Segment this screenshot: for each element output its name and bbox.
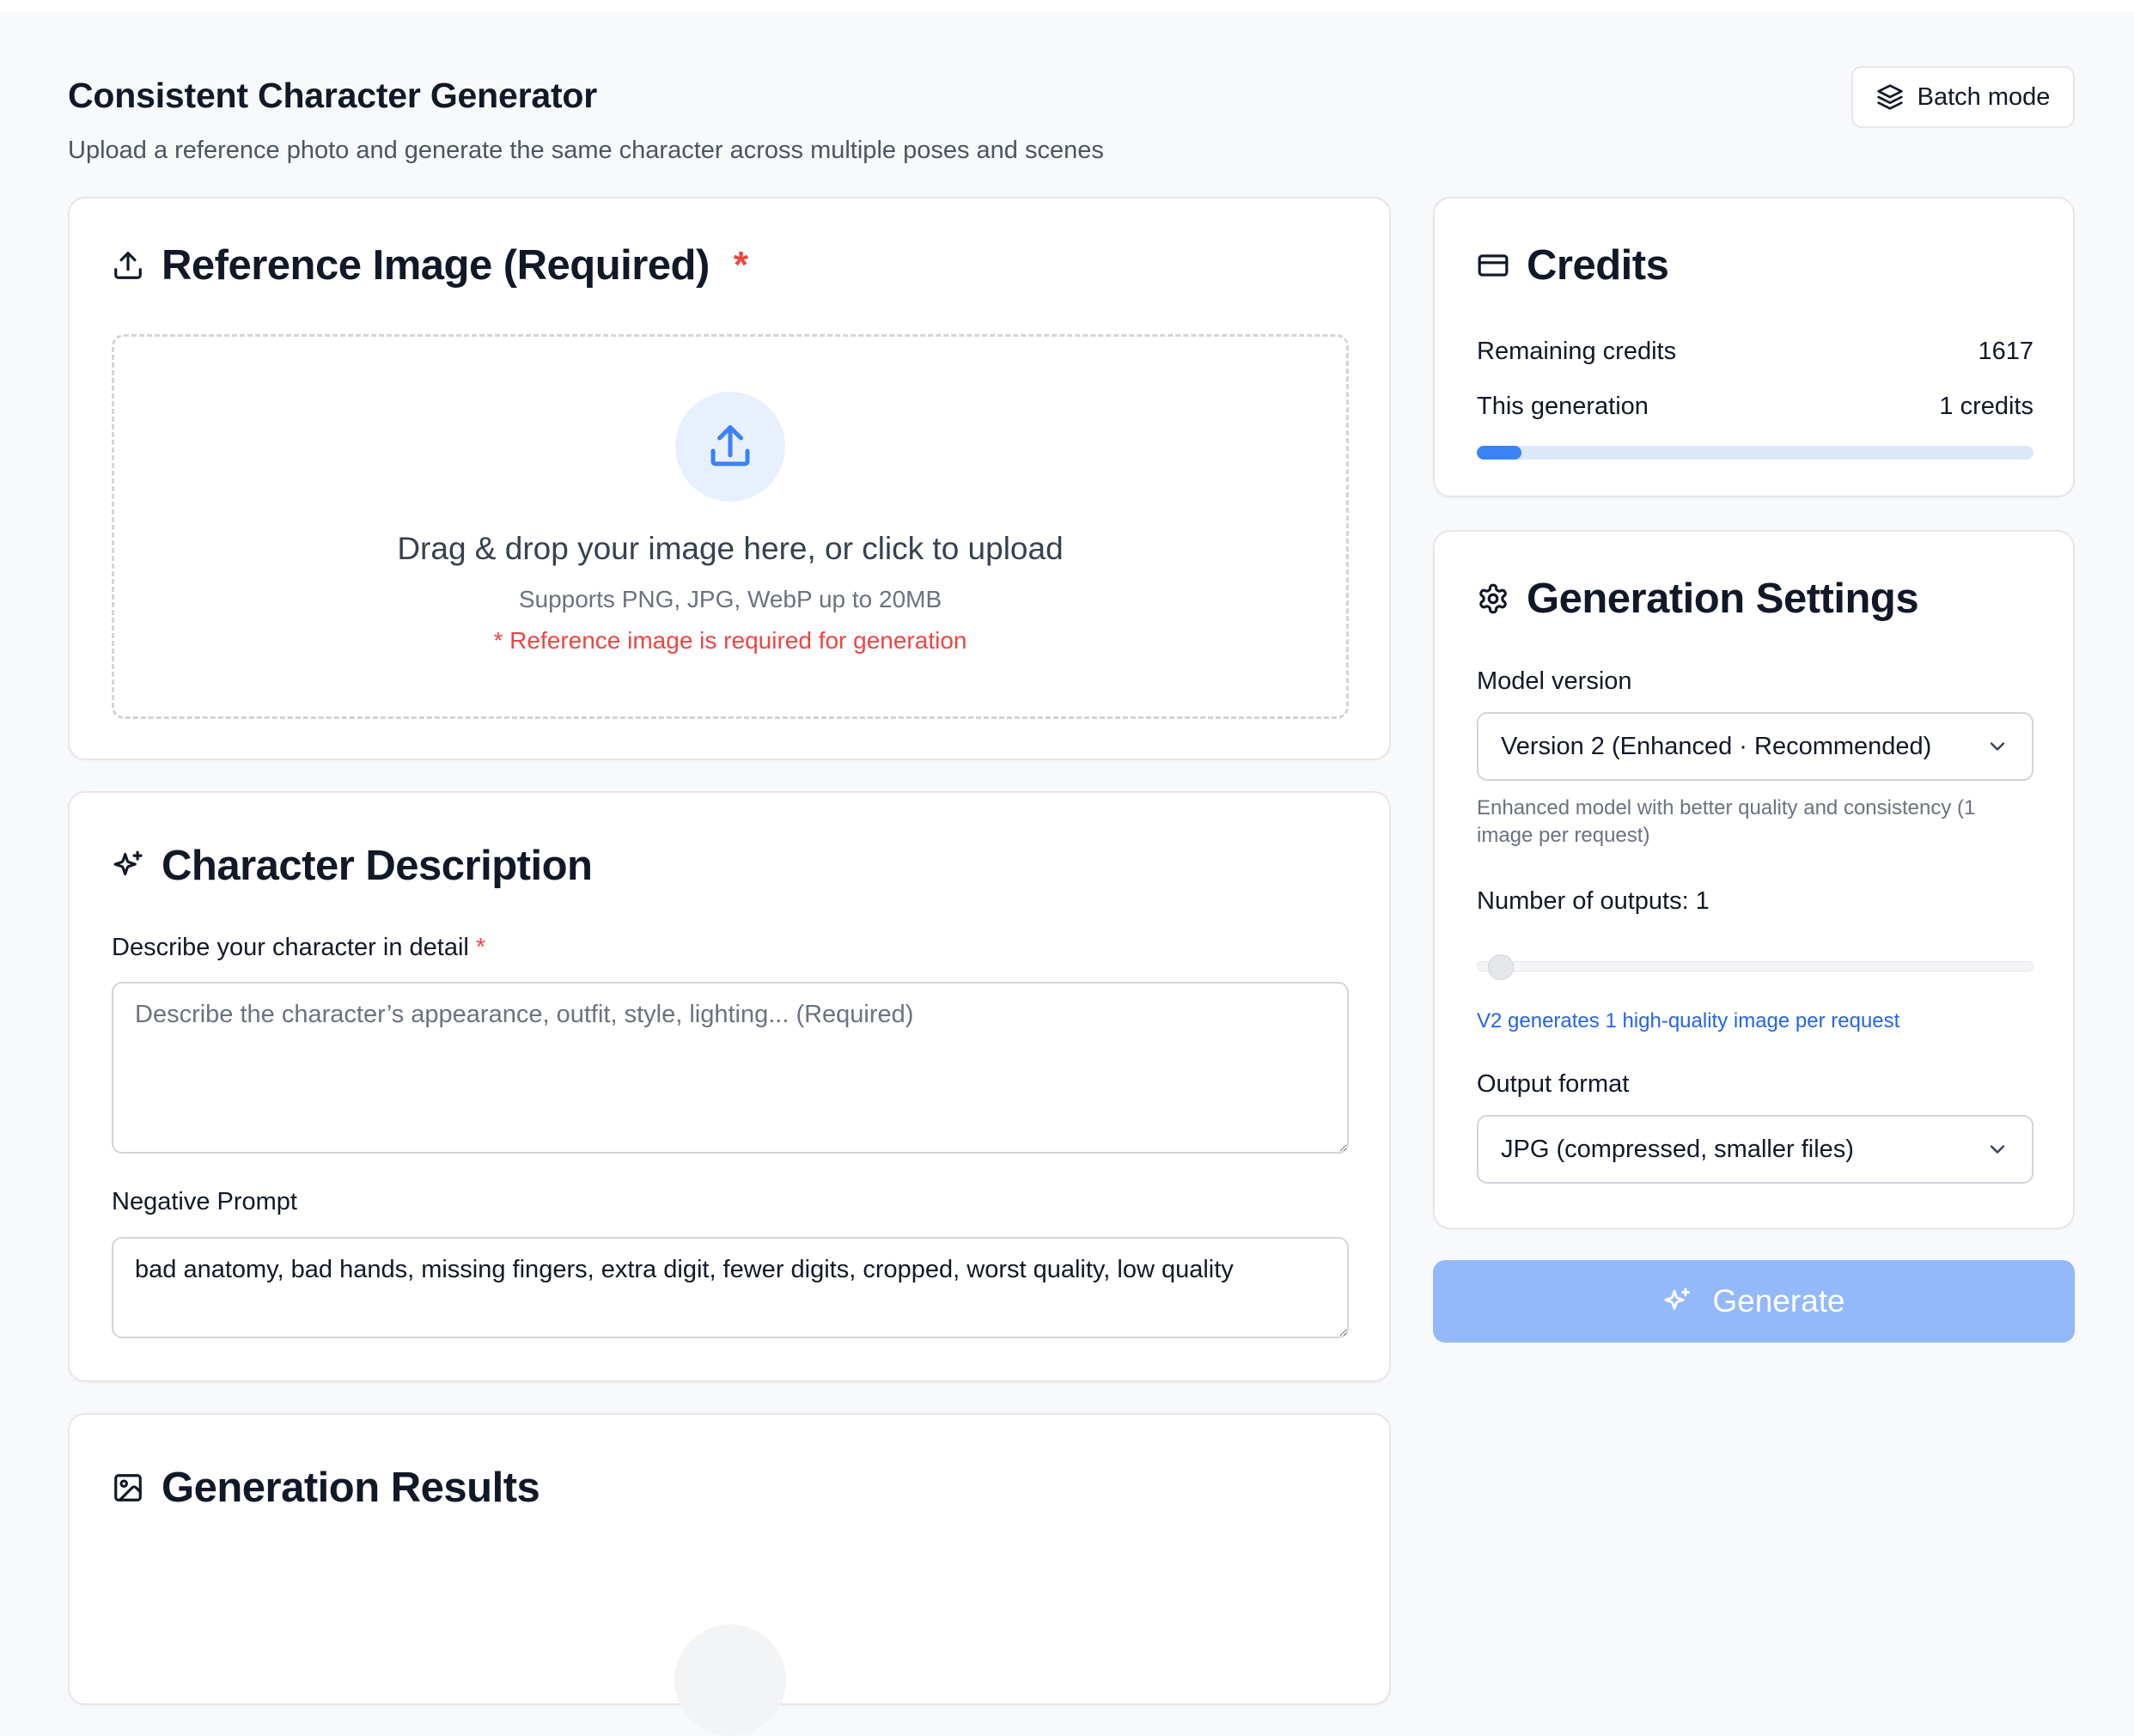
description-label-text: Describe your character in detail [112, 934, 469, 961]
remaining-credits-value: 1617 [1978, 338, 2033, 365]
gear-icon [1479, 583, 1507, 614]
output-format-select[interactable]: JPG (compressed, smaller files) [1477, 1115, 2033, 1184]
outputs-note: V2 generates 1 high-quality image per re… [1477, 1009, 1900, 1032]
negative-prompt-textarea[interactable]: bad anatomy, bad hands, missing fingers,… [112, 1237, 1349, 1338]
generation-results-title: Generation Results [162, 1465, 540, 1511]
dropzone-formats: Supports PNG, JPG, WebP up to 20MB [518, 586, 942, 612]
model-version-value: Version 2 (Enhanced · Recommended) [1501, 732, 1932, 760]
upload-icon [710, 425, 750, 466]
character-description-title: Character Description [162, 843, 593, 889]
model-version-select[interactable]: Version 2 (Enhanced · Recommended) [1477, 712, 2033, 781]
layers-icon [1876, 84, 1903, 110]
chevron-down-icon [1990, 1145, 2005, 1154]
generation-cost-label: This generation [1477, 393, 1649, 420]
dropzone-required-warning: * Reference image is required for genera… [493, 627, 967, 654]
page-subtitle: Upload a reference photo and generate th… [68, 137, 1104, 164]
reference-image-title: Reference Image (Required) [162, 242, 710, 289]
credits-heading: Credits [1477, 241, 1669, 289]
credits-progress-bar [1477, 446, 2033, 460]
generation-cost-row: This generation 1 credits [1477, 393, 2033, 421]
generation-settings-card: Generation Settings Model version Versio… [1433, 530, 2075, 1229]
remaining-credits-label: Remaining credits [1477, 338, 1677, 365]
upload-icon [114, 252, 142, 279]
credits-card: Credits Remaining credits 1617 This gene… [1433, 197, 2075, 497]
credit-card-icon [1478, 254, 1509, 277]
page: Consistent Character Generator Upload a … [0, 11, 2134, 1736]
top-strip [0, 0, 2134, 11]
image-dropzone[interactable]: Drag & drop your image here, or click to… [112, 334, 1349, 719]
number-of-outputs-label: Number of outputs: 1 [1477, 887, 1710, 915]
dropzone-instructions: Drag & drop your image here, or click to… [397, 531, 1064, 566]
batch-mode-button[interactable]: Batch mode [1851, 66, 2075, 128]
image-icon [114, 1474, 142, 1501]
sparkles-icon [1664, 1288, 1691, 1310]
credits-progress-fill [1477, 446, 1521, 460]
chevron-down-icon [1990, 742, 2005, 751]
output-format-value: JPG (compressed, smaller files) [1501, 1135, 1854, 1163]
negative-prompt-label: Negative Prompt [112, 1188, 297, 1215]
sparkles-icon [113, 850, 143, 876]
description-label: Describe your character in detail * [112, 934, 485, 962]
description-textarea[interactable] [112, 982, 1349, 1154]
model-version-help: Enhanced model with better quality and c… [1477, 796, 1976, 847]
results-placeholder-icon [674, 1624, 786, 1736]
generate-label: Generate [1712, 1283, 1845, 1319]
character-description-card: Character Description Describe your char… [68, 791, 1391, 1382]
generation-results-heading: Generation Results [112, 1464, 540, 1512]
batch-mode-label: Batch mode [1917, 82, 2051, 111]
output-format-label: Output format [1477, 1070, 1630, 1098]
outputs-slider-thumb[interactable] [1488, 954, 1514, 980]
reference-image-card: Reference Image (Required) * Drag & drop… [68, 197, 1391, 760]
generation-settings-heading: Generation Settings [1477, 575, 1919, 623]
credits-title: Credits [1527, 242, 1669, 289]
generation-results-card: Generation Results [68, 1413, 1391, 1736]
generate-button[interactable]: Generate [1433, 1260, 2075, 1343]
dropzone-icon-circle [675, 392, 785, 502]
generation-cost-value: 1 credits [1939, 393, 2033, 420]
model-version-label: Model version [1477, 667, 1632, 695]
outputs-slider-track[interactable] [1477, 961, 2033, 972]
required-asterisk: * [475, 934, 486, 961]
character-description-heading: Character Description [112, 842, 593, 890]
generation-settings-title: Generation Settings [1527, 576, 1919, 622]
required-asterisk: * [733, 244, 748, 286]
page-title: Consistent Character Generator [68, 76, 598, 115]
reference-image-heading: Reference Image (Required) * [112, 241, 748, 289]
remaining-credits-row: Remaining credits 1617 [1477, 338, 2033, 366]
